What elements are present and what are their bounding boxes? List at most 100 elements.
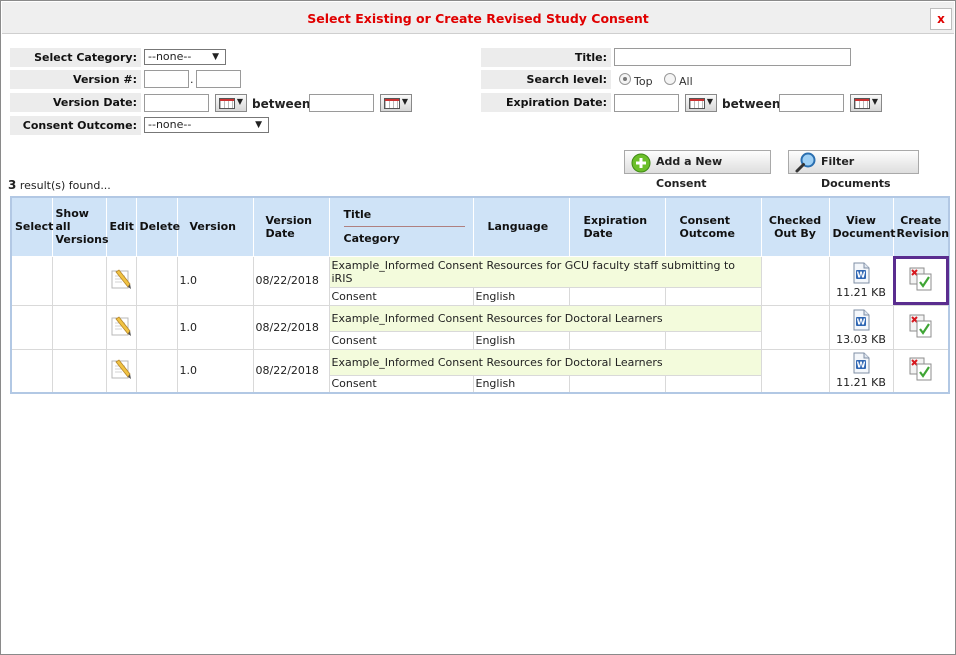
expiration-date-from-input[interactable] [614,94,679,112]
svg-text:W: W [857,271,866,280]
expiration-date-label: Expiration Date: [481,93,611,112]
word-document-icon[interactable]: W [850,352,872,374]
title-cell: Example_Informed Consent Resources for D… [328,348,762,376]
title-cell: Example_Informed Consent Resources for G… [328,255,762,288]
edit-cell [105,255,137,306]
language-cell: English [472,330,570,350]
header-category[interactable]: Category [343,226,465,245]
create-revision-icon[interactable] [908,313,934,339]
version-cell: 1.0 [176,255,254,306]
header-version-date[interactable]: Version Date [252,196,330,257]
category-label: Select Category: [10,48,141,67]
checked-out-by-cell [760,255,830,306]
header-title-category: Title Category [328,196,474,257]
results-suffix: result(s) found... [16,179,111,192]
svg-text:W: W [857,317,866,326]
create-revision-cell [892,348,950,394]
view-document-cell: W 13.03 KB [828,304,894,350]
table-body: 1.0 08/22/2018 Example_Informed Consent … [10,255,950,394]
title-cell: Example_Informed Consent Resources for D… [328,304,762,332]
category-select[interactable]: --none-- ▼ [144,49,226,65]
results-count: 3 result(s) found... [8,178,111,192]
header-show-all-versions[interactable]: Show all Versions [51,196,109,257]
version-date-between-label: between [252,97,311,111]
select-cell[interactable] [10,255,53,306]
version-cell: 1.0 [176,304,254,350]
version-major-input[interactable] [144,70,189,88]
calendar-icon [219,98,235,109]
expiration-date-from-calendar-button[interactable]: ▼ [685,94,717,112]
create-revision-icon[interactable] [908,266,934,292]
header-title[interactable]: Title [344,208,465,221]
version-minor-input[interactable] [196,70,241,88]
title-label: Title: [481,48,611,67]
view-document-cell: W 11.21 KB [828,255,894,306]
title-input[interactable] [614,48,851,66]
expiration-date-to-input[interactable] [779,94,844,112]
language-cell: English [472,374,570,394]
select-cell[interactable] [10,304,53,350]
header-expiration-date[interactable]: Expiration Date [568,196,666,257]
add-new-consent-button[interactable]: Add a New Consent [624,150,771,190]
edit-icon[interactable] [109,314,133,338]
document-size: 11.21 KB [836,286,886,299]
consent-dialog: Select Existing or Create Revised Study … [0,0,956,655]
version-date-to-calendar-button[interactable]: ▼ [380,94,412,112]
edit-cell [105,348,137,394]
calendar-icon [854,98,870,109]
header-consent-outcome[interactable]: Consent Outcome [664,196,762,257]
edit-cell [105,304,137,350]
version-date-from-calendar-button[interactable]: ▼ [215,94,247,112]
consent-outcome-select[interactable]: --none-- ▼ [144,117,269,133]
language-cell: English [472,286,570,306]
word-document-icon[interactable]: W [850,262,872,284]
dialog-title: Select Existing or Create Revised Study … [307,11,649,26]
filter-documents-button[interactable]: Filter Documents [788,150,919,190]
expiration-date-to-calendar-button[interactable]: ▼ [850,94,882,112]
document-size: 13.03 KB [836,332,886,346]
category-select-value: --none-- [148,50,192,63]
consent-table: Select Show all Versions Edit Delete Ver… [10,196,950,394]
version-date-to-input[interactable] [309,94,374,112]
consent-outcome-cell [664,374,762,394]
filter-documents-label: Filter Documents [821,155,891,190]
consent-outcome-label: Consent Outcome: [10,116,141,135]
header-language[interactable]: Language [472,196,570,257]
version-date-from-input[interactable] [144,94,209,112]
search-level-all-label: All [679,75,693,88]
search-level-top-radio[interactable] [619,73,631,85]
version-date-cell: 08/22/2018 [252,348,330,394]
calendar-icon [689,98,705,109]
table-row: 1.0 08/22/2018 Example_Informed Consent … [10,304,950,350]
version-date-label: Version Date: [10,93,141,112]
document-size: 11.21 KB [836,376,886,390]
table-header-row: Select Show all Versions Edit Delete Ver… [10,196,950,257]
header-version[interactable]: Version [176,196,254,257]
create-revision-icon[interactable] [908,356,934,382]
version-date-cell: 08/22/2018 [252,255,330,306]
checked-out-by-cell [760,348,830,394]
close-button[interactable]: x [930,8,952,30]
edit-icon[interactable] [109,267,133,291]
consent-outcome-cell [664,330,762,350]
header-select: Select [10,196,53,257]
word-document-icon[interactable]: W [850,309,872,331]
expiration-date-cell [568,374,666,394]
category-cell: Consent [328,286,474,306]
expiration-date-cell [568,330,666,350]
header-view-document: View Document [828,196,896,257]
add-new-consent-label: Add a New Consent [656,155,723,190]
select-cell[interactable] [10,348,53,394]
edit-icon[interactable] [109,357,133,381]
category-cell: Consent [328,374,474,394]
svg-text:W: W [857,361,866,370]
expiration-date-cell [568,286,666,306]
header-delete: Delete [135,196,180,257]
calendar-icon [384,98,400,109]
search-level-top-label: Top [634,75,653,88]
consent-outcome-select-value: --none-- [148,118,192,131]
dropdown-arrow-icon: ▼ [401,97,408,106]
search-level-all-radio[interactable] [664,73,676,85]
search-level-label: Search level: [481,70,611,89]
version-cell: 1.0 [176,348,254,394]
